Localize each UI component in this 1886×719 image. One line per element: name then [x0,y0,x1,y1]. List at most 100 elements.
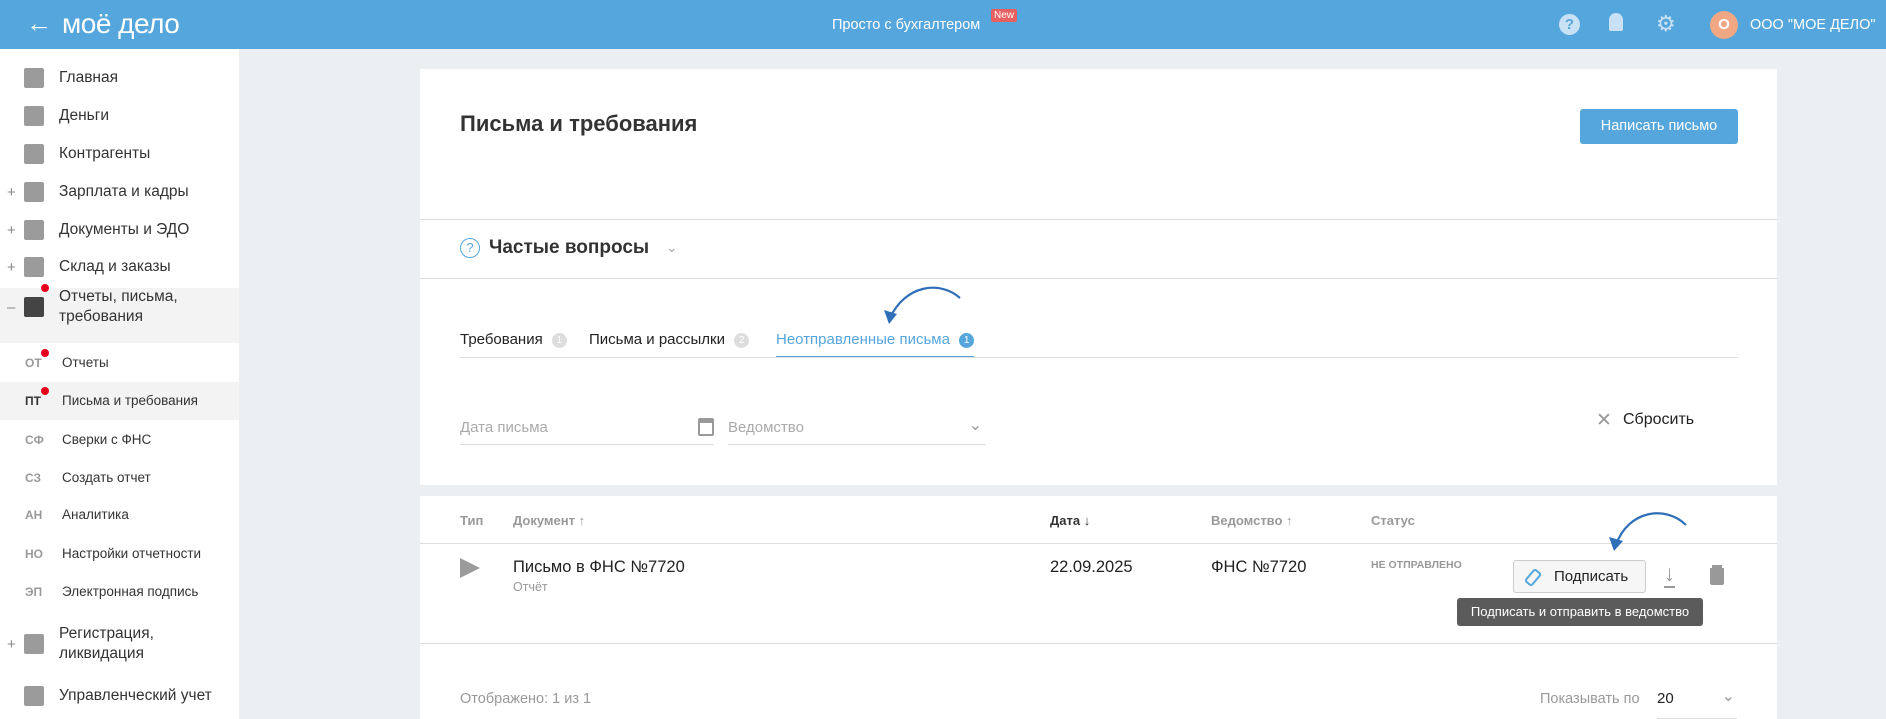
subitem-abbr: АН [25,508,43,522]
sidebar-item[interactable]: Управленческий учет [0,685,239,707]
tab-count-badge: 2 [734,333,750,348]
trash-icon[interactable] [1710,568,1724,585]
tab[interactable]: Письма и рассылки 2 [589,331,750,358]
sidebar-item-label: Зарплата и кадры [59,183,189,200]
per-page-select[interactable]: 20 ⌄ [1657,686,1737,719]
help-icon[interactable]: ? [1559,14,1580,35]
subitem-abbr: ОТ [25,356,42,370]
date-cell: 22.09.2025 [1050,558,1133,576]
tab[interactable]: Неотправленные письма 1 [776,331,975,358]
column-header[interactable]: Ведомство ↑ [1211,513,1293,528]
chevron-down-icon: ⌄ [968,417,982,434]
logo[interactable]: моё дело [62,8,180,40]
sidebar-subitem-label: Сверки с ФНС [62,432,152,447]
sign-button[interactable]: Подписать [1513,560,1646,593]
expand-icon[interactable]: + [7,184,16,201]
page-header-card: Письма и требования Написать письмо ? Ча… [420,69,1777,485]
sidebar-item-label: Управленческий учет [59,687,212,704]
download-icon[interactable]: ↓ [1664,562,1675,588]
sidebar-subitem-label: Аналитика [62,507,129,522]
agency-select[interactable]: Ведомство ⌄ [728,413,986,445]
tab-count-badge: 1 [551,333,567,348]
expand-icon[interactable]: – [7,299,15,316]
close-icon[interactable]: ✕ [1596,409,1612,432]
sidebar-item[interactable]: + Зарплата и кадры [0,181,239,203]
date-filter-input[interactable]: Дата письма [460,413,714,445]
promo-link[interactable]: Просто с бухгалтером [832,17,980,33]
sign-label: Подписать [1554,568,1629,585]
sidebar-subitem[interactable]: АН Аналитика [0,505,239,525]
sidebar-subitem[interactable]: НО Настройки отчетности [0,544,239,564]
subitem-abbr: НО [25,547,43,561]
tab-label: Неотправленные письма [776,331,950,348]
tab[interactable]: Требования 1 [460,331,567,358]
agency-placeholder: Ведомство [728,419,804,436]
notification-dot [41,284,49,292]
annotation-arrow-icon [1609,512,1687,551]
sidebar-subitem-label: Создать отчет [62,470,151,485]
tab-label: Требования [460,331,543,348]
sidebar-subitem[interactable]: ПТ Письма и требования [0,387,239,411]
back-arrow-icon[interactable]: ← [26,8,52,39]
sidebar-item[interactable]: + Склад и заказы [0,256,239,278]
date-placeholder: Дата письма [460,419,548,436]
tab-label: Письма и рассылки [589,331,726,348]
annotation-arrow-icon [884,286,961,324]
sidebar-subitem-label: Электронная подпись [62,584,199,599]
warehouse-icon [24,257,44,277]
column-header[interactable]: Документ ↑ [513,513,585,528]
faq-toggle[interactable]: Частые вопросы [489,237,649,259]
sidebar-subitem-label: Отчеты [62,355,109,370]
column-header[interactable]: Дата ↓ [1050,513,1090,528]
table-row[interactable]: Письмо в ФНС №7720 Отчёт 22.09.2025 ФНС … [420,544,1777,643]
sidebar-item[interactable]: + Документы и ЭДО [0,219,239,241]
sidebar-item-label: Деньги [59,107,110,124]
sidebar-item[interactable]: Деньги [0,105,239,127]
sidebar-subitem[interactable]: ЭП Электронная подпись [0,582,239,602]
registration-icon [24,634,44,654]
company-name[interactable]: ООО "МОЕ ДЕЛО" [1750,17,1876,33]
sidebar-item[interactable]: – Отчеты, письма, требования [0,284,239,325]
expand-icon[interactable]: + [7,259,16,276]
sidebar-subitem[interactable]: СЗ Создать отчет [0,468,239,488]
sidebar-item-label: Документы и ЭДО [59,221,190,238]
sidebar-subitem[interactable]: ОТ Отчеты [0,349,239,373]
chevron-down-icon[interactable]: ⌄ [666,239,678,256]
gear-icon[interactable]: ⚙ [1656,11,1676,37]
sidebar-item-label: Главная [59,69,118,86]
management-icon [24,686,44,706]
notification-dot [41,349,49,357]
calendar-icon[interactable] [698,418,714,436]
per-page-label: Показывать по [1540,691,1640,707]
sidebar-item[interactable]: Главная [0,67,239,89]
document-link[interactable]: Письмо в ФНС №7720 [513,558,685,577]
subitem-abbr: ПТ [25,394,41,408]
sidebar-subitem-label: Настройки отчетности [62,546,202,561]
subitem-abbr: ЭП [25,585,43,599]
column-header: Статус [1371,513,1415,528]
documents-icon [24,220,44,240]
money-icon [24,106,44,126]
sidebar-subitem-label: Письма и требования [62,393,198,408]
sidebar-subitem[interactable]: СФ Сверки с ФНС [0,430,239,450]
avatar[interactable]: О [1710,11,1738,39]
sidebar-item[interactable]: + Регистрация, ликвидация [0,625,239,662]
salary-icon [24,182,44,202]
shown-count: Отображено: 1 из 1 [460,691,592,707]
expand-icon[interactable]: + [7,222,16,239]
bell-icon[interactable] [1609,13,1623,31]
tooltip: Подписать и отправить в ведомство [1457,598,1703,626]
write-letter-button[interactable]: Написать письмо [1580,109,1738,144]
per-page-value: 20 [1657,690,1674,707]
new-badge: New [991,9,1018,22]
sidebar-item-label: Склад и заказы [59,258,171,275]
status-badge: НЕ ОТПРАВЛЕНО [1371,559,1462,571]
sidebar-item-label: Отчеты, письма, требования [59,288,178,325]
sidebar-item-label: Контрагенты [59,145,151,162]
expand-icon[interactable]: + [7,636,16,653]
notification-dot [41,387,49,395]
sidebar-item[interactable]: Контрагенты [0,143,239,165]
agency-cell: ФНС №7720 [1211,558,1307,576]
reset-button[interactable]: Сбросить [1623,411,1694,429]
subitem-abbr: СЗ [25,471,42,485]
